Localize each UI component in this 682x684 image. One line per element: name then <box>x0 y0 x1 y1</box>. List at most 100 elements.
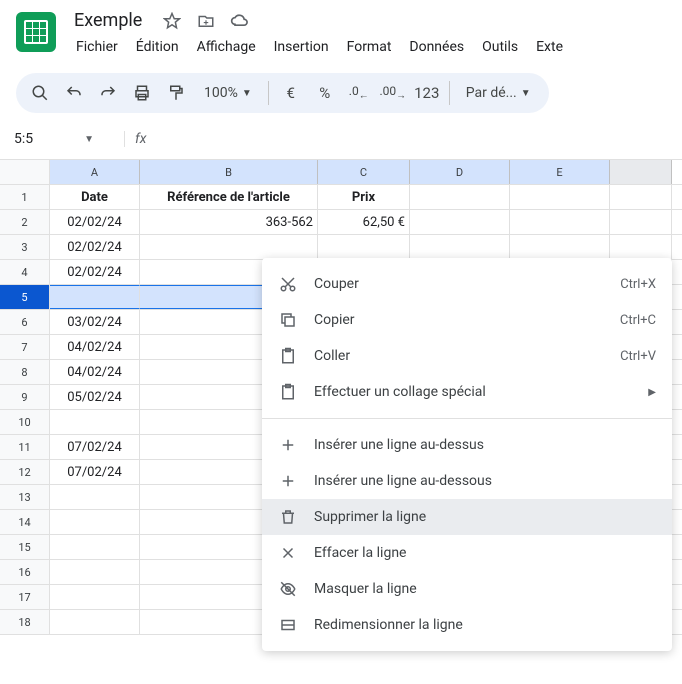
resize-icon <box>278 615 298 635</box>
percent-icon[interactable]: % <box>309 77 341 109</box>
currency-icon[interactable]: € <box>275 77 307 109</box>
menu-outils[interactable]: Outils <box>474 35 526 59</box>
ctx-insérer-une-ligne-au-dessous[interactable]: Insérer une ligne au-dessous <box>262 463 672 499</box>
ctx-redimensionner-la-ligne[interactable]: Redimensionner la ligne <box>262 607 672 643</box>
plus-icon <box>278 435 298 455</box>
cell[interactable]: Date <box>50 185 140 209</box>
cell[interactable] <box>318 235 410 259</box>
cell[interactable] <box>50 535 140 559</box>
cell[interactable] <box>50 510 140 534</box>
star-icon[interactable] <box>162 11 182 31</box>
col-header-D[interactable]: D <box>410 160 510 184</box>
menu-fichier[interactable]: Fichier <box>68 35 126 59</box>
cell[interactable] <box>410 185 510 209</box>
cell[interactable] <box>50 560 140 584</box>
cell[interactable] <box>610 185 672 209</box>
cell[interactable] <box>410 235 510 259</box>
cell[interactable]: 04/02/24 <box>50 335 140 359</box>
menu-insertion[interactable]: Insertion <box>266 35 337 59</box>
row-header[interactable]: 15 <box>0 535 50 559</box>
row-header[interactable]: 18 <box>0 610 50 634</box>
row-2[interactable]: 202/02/24363-56262,50 € <box>0 210 682 235</box>
row-header[interactable]: 3 <box>0 235 50 259</box>
row-header[interactable]: 4 <box>0 260 50 284</box>
row-header[interactable]: 7 <box>0 335 50 359</box>
ctx-effacer-la-ligne[interactable]: Effacer la ligne <box>262 535 672 571</box>
col-header-E[interactable]: E <box>510 160 610 184</box>
row-header[interactable]: 9 <box>0 385 50 409</box>
cell[interactable]: 62,50 € <box>318 210 410 234</box>
menu-édition[interactable]: Édition <box>128 35 187 59</box>
row-header[interactable]: 2 <box>0 210 50 234</box>
document-title[interactable]: Exemple <box>68 8 148 33</box>
increase-decimal-icon[interactable]: .00→ <box>377 77 409 109</box>
ctx-masquer-la-ligne[interactable]: Masquer la ligne <box>262 571 672 607</box>
cell[interactable] <box>50 410 140 434</box>
cell[interactable] <box>140 235 318 259</box>
ctx-copier[interactable]: CopierCtrl+C <box>262 302 672 338</box>
row-header[interactable]: 14 <box>0 510 50 534</box>
number-format-icon[interactable]: 123 <box>411 77 443 109</box>
ctx-shortcut: Ctrl+C <box>620 313 656 328</box>
move-icon[interactable] <box>196 11 216 31</box>
ctx-effectuer-un-collage-spécial[interactable]: Effectuer un collage spécial▶ <box>262 374 672 410</box>
name-box[interactable]: 5:5▼ <box>4 127 104 151</box>
menu-format[interactable]: Format <box>339 35 400 59</box>
cell[interactable] <box>410 210 510 234</box>
row-header[interactable]: 5 <box>0 285 50 309</box>
sheets-logo[interactable] <box>16 12 56 52</box>
cell[interactable] <box>510 235 610 259</box>
cell[interactable]: 05/02/24 <box>50 385 140 409</box>
cell[interactable]: 02/02/24 <box>50 235 140 259</box>
decrease-decimal-icon[interactable]: .0← <box>343 77 375 109</box>
row-header[interactable]: 10 <box>0 410 50 434</box>
row-header[interactable]: 1 <box>0 185 50 209</box>
cell[interactable] <box>50 610 140 634</box>
row-header[interactable]: 17 <box>0 585 50 609</box>
cell[interactable]: 02/02/24 <box>50 210 140 234</box>
col-header-A[interactable]: A <box>50 160 140 184</box>
print-icon[interactable] <box>126 77 158 109</box>
cell[interactable] <box>610 235 672 259</box>
cell[interactable] <box>50 485 140 509</box>
col-header-C[interactable]: C <box>318 160 410 184</box>
ctx-supprimer-la-ligne[interactable]: Supprimer la ligne <box>262 499 672 535</box>
cell[interactable]: 363-562 <box>140 210 318 234</box>
ctx-insérer-une-ligne-au-dessus[interactable]: Insérer une ligne au-dessus <box>262 427 672 463</box>
zoom-dropdown[interactable]: 100% ▼ <box>194 77 262 109</box>
row-header[interactable]: 16 <box>0 560 50 584</box>
cell[interactable] <box>510 210 610 234</box>
cell[interactable] <box>50 585 140 609</box>
row-header[interactable]: 8 <box>0 360 50 384</box>
cell[interactable]: 04/02/24 <box>50 360 140 384</box>
cell[interactable] <box>510 185 610 209</box>
menu-exte[interactable]: Exte <box>528 35 571 59</box>
row-3[interactable]: 302/02/24 <box>0 235 682 260</box>
row-header[interactable]: 11 <box>0 435 50 459</box>
cell[interactable]: 07/02/24 <box>50 435 140 459</box>
cloud-icon[interactable] <box>230 11 250 31</box>
search-icon[interactable] <box>24 77 56 109</box>
redo-icon[interactable] <box>92 77 124 109</box>
row-header[interactable]: 13 <box>0 485 50 509</box>
x-icon <box>278 543 298 563</box>
col-header-B[interactable]: B <box>140 160 318 184</box>
cell[interactable]: 07/02/24 <box>50 460 140 484</box>
ctx-coller[interactable]: CollerCtrl+V <box>262 338 672 374</box>
cell[interactable] <box>610 210 672 234</box>
select-all-corner[interactable] <box>0 160 50 184</box>
cell[interactable]: 03/02/24 <box>50 310 140 334</box>
row-header[interactable]: 12 <box>0 460 50 484</box>
cell[interactable] <box>50 285 140 309</box>
row-header[interactable]: 6 <box>0 310 50 334</box>
ctx-couper[interactable]: CouperCtrl+X <box>262 266 672 302</box>
cell[interactable]: Prix <box>318 185 410 209</box>
undo-icon[interactable] <box>58 77 90 109</box>
row-1[interactable]: 1DateRéférence de l'articlePrix <box>0 185 682 210</box>
cell[interactable]: 02/02/24 <box>50 260 140 284</box>
font-dropdown[interactable]: Par dé... ▼ <box>456 77 541 109</box>
paint-format-icon[interactable] <box>160 77 192 109</box>
menu-données[interactable]: Données <box>401 35 472 59</box>
cell[interactable]: Référence de l'article <box>140 185 318 209</box>
menu-affichage[interactable]: Affichage <box>189 35 264 59</box>
